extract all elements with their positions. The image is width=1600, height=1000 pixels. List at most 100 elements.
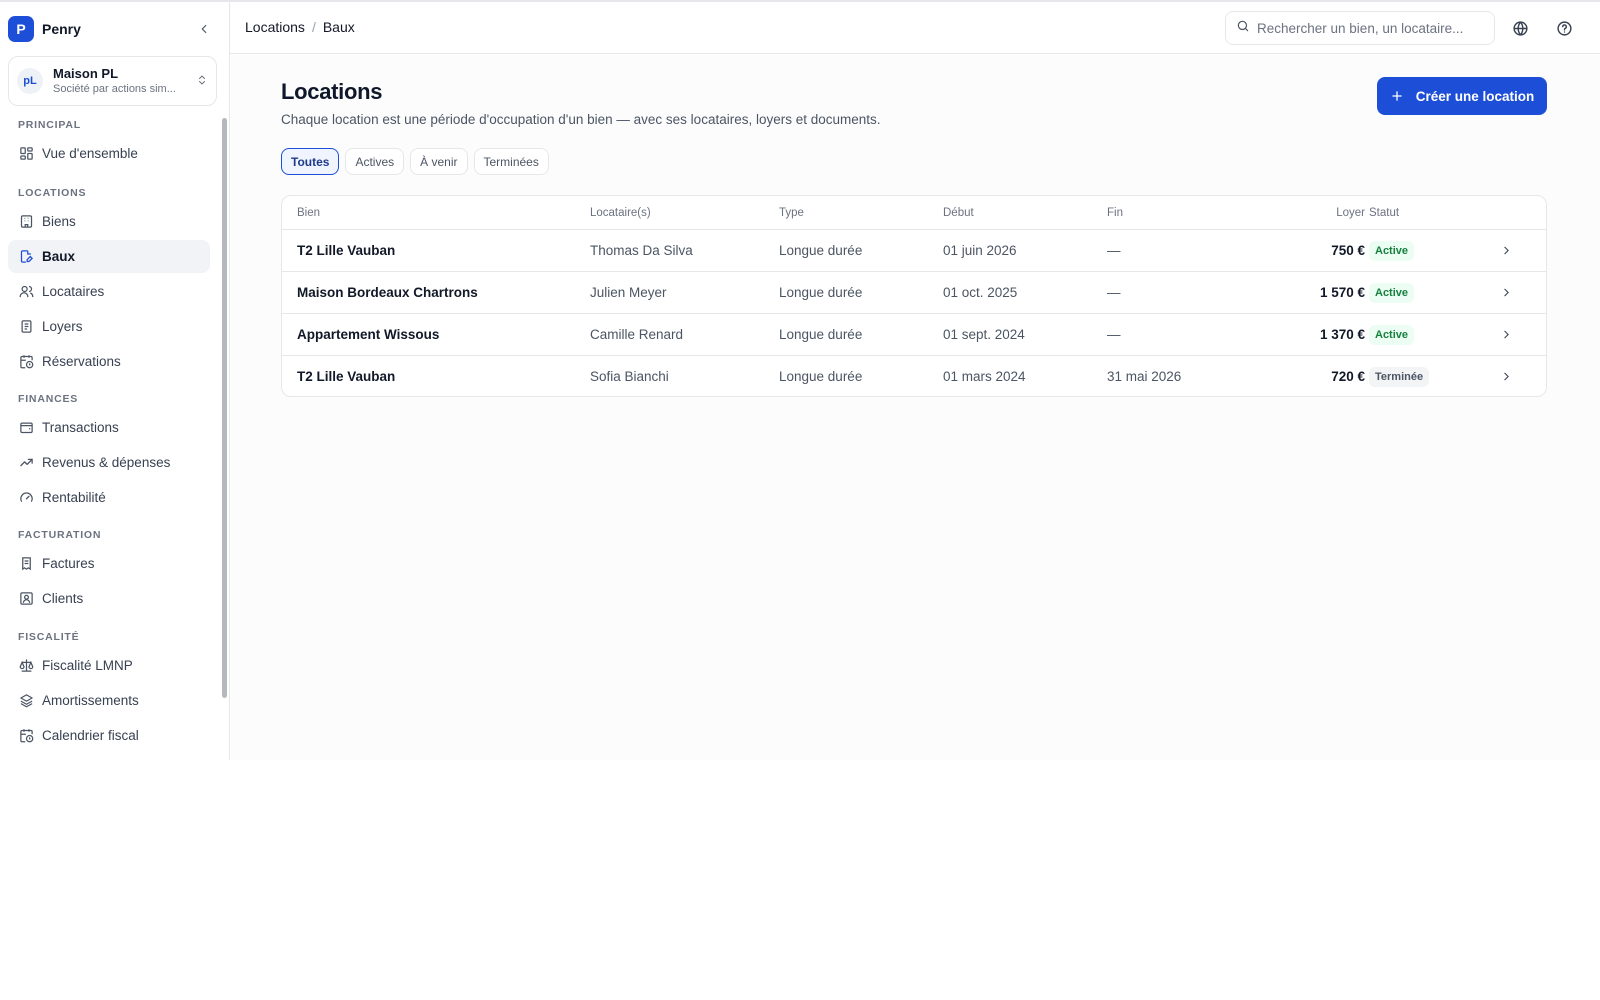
calendar-clock-icon: [18, 728, 34, 744]
column-header-loyer[interactable]: Loyer: [1336, 207, 1365, 219]
scale-icon: [18, 658, 34, 674]
trending-up-icon: [18, 455, 34, 471]
sidebar-item-revenus-depenses[interactable]: Revenus & dépenses: [8, 446, 210, 479]
org-subtitle: Société par actions sim...: [53, 82, 176, 95]
cell-loyer: 1 370 €: [1319, 327, 1365, 342]
sidebar-item-factures[interactable]: Factures: [8, 547, 210, 580]
column-header-debut[interactable]: Début: [943, 207, 974, 219]
cell-statut: Terminée: [1369, 367, 1430, 387]
table-row[interactable]: T2 Lille Vauban Sofia Bianchi Longue dur…: [282, 356, 1546, 396]
language-button[interactable]: [1511, 19, 1529, 37]
column-header-locataires[interactable]: Locataire(s): [590, 207, 651, 219]
search-icon: [1236, 19, 1250, 38]
column-header-statut[interactable]: Statut: [1369, 207, 1399, 219]
sidebar-item-locataires[interactable]: Locataires: [8, 275, 210, 308]
status-badge: Active: [1369, 283, 1415, 303]
table-row[interactable]: Maison Bordeaux Chartrons Julien Meyer L…: [282, 272, 1546, 314]
breadcrumb-locations[interactable]: Locations: [245, 19, 305, 35]
sidebar-item-label: Clients: [42, 591, 84, 606]
sidebar-item-label: Fiscalité LMNP: [42, 658, 133, 673]
collapse-sidebar-button[interactable]: [194, 19, 214, 39]
brand-name: Penry: [42, 21, 81, 37]
sidebar-item-label: Calendrier fiscal: [42, 728, 139, 743]
help-circle-icon: [1556, 20, 1572, 36]
app-window: P Penry pL Maison PL Société par actions…: [0, 0, 1600, 760]
section-title-facturation: FACTURATION: [18, 529, 102, 541]
chevron-right-icon: [1500, 328, 1513, 344]
sidebar-item-label: Revenus & dépenses: [42, 455, 171, 470]
sidebar-item-biens[interactable]: Biens: [8, 205, 210, 238]
cell-debut: 01 mars 2024: [943, 369, 1026, 384]
search-input[interactable]: [1257, 20, 1482, 36]
cell-fin: —: [1107, 285, 1121, 300]
status-badge: Active: [1369, 325, 1415, 345]
sidebar-scrollbar[interactable]: [222, 118, 227, 698]
cell-bien: Appartement Wissous: [297, 327, 440, 342]
create-location-button[interactable]: Créer une location: [1377, 77, 1547, 115]
sidebar-item-label: Biens: [42, 214, 76, 229]
sidebar-item-baux[interactable]: Baux: [8, 240, 210, 273]
sidebar-item-label: Réservations: [42, 354, 121, 369]
users-icon: [18, 284, 34, 300]
cell-locataires: Sofia Bianchi: [590, 369, 669, 384]
table-row[interactable]: Appartement Wissous Camille Renard Longu…: [282, 314, 1546, 356]
org-avatar: pL: [17, 68, 43, 94]
building-icon: [18, 214, 34, 230]
sidebar-item-label: Rentabilité: [42, 490, 106, 505]
cell-statut: Active: [1369, 241, 1415, 261]
cell-type: Longue durée: [779, 285, 863, 300]
status-badge: Terminée: [1369, 367, 1430, 387]
sidebar-item-calendrier-fiscal[interactable]: Calendrier fiscal: [8, 719, 210, 752]
status-filters: Toutes Actives À venir Terminées: [281, 148, 555, 175]
cell-statut: Active: [1369, 325, 1415, 345]
receipt-icon: [18, 319, 34, 335]
sidebar-item-label: Amortissements: [42, 693, 139, 708]
cell-fin: —: [1107, 327, 1121, 342]
cell-type: Longue durée: [779, 327, 863, 342]
sidebar-item-rentabilite[interactable]: Rentabilité: [8, 481, 210, 514]
sidebar-item-label: Loyers: [42, 319, 83, 334]
status-badge: Active: [1369, 241, 1415, 261]
cell-statut: Active: [1369, 283, 1415, 303]
organization-switcher[interactable]: pL Maison PL Société par actions sim...: [8, 56, 217, 106]
help-button[interactable]: [1555, 19, 1573, 37]
column-header-bien[interactable]: Bien: [297, 207, 320, 219]
cell-bien: T2 Lille Vauban: [297, 369, 396, 384]
cell-loyer: 1 570 €: [1319, 285, 1365, 300]
layers-icon: [18, 693, 34, 709]
sidebar-item-amortissements[interactable]: Amortissements: [8, 684, 210, 717]
sidebar-item-fiscalite-lmnp[interactable]: Fiscalité LMNP: [8, 649, 210, 682]
sidebar-item-clients[interactable]: Clients: [8, 582, 210, 615]
invoice-icon: [18, 556, 34, 572]
sidebar-item-vue-ensemble[interactable]: Vue d'ensemble: [8, 137, 210, 170]
sidebar-item-reservations[interactable]: Réservations: [8, 345, 210, 378]
column-header-fin[interactable]: Fin: [1107, 207, 1123, 219]
sidebar-item-loyers[interactable]: Loyers: [8, 310, 210, 343]
search-box[interactable]: [1225, 11, 1495, 45]
table-row[interactable]: T2 Lille Vauban Thomas Da Silva Longue d…: [282, 230, 1546, 272]
filter-toutes[interactable]: Toutes: [281, 148, 340, 175]
cell-debut: 01 sept. 2024: [943, 327, 1025, 342]
globe-icon: [1512, 20, 1528, 36]
section-title-principal: PRINCIPAL: [18, 119, 82, 131]
cell-loyer: 720 €: [1331, 369, 1365, 384]
cell-fin: 31 mai 2026: [1107, 369, 1182, 384]
section-title-locations: LOCATIONS: [18, 187, 87, 199]
brand: P Penry: [8, 15, 222, 43]
lease-document-icon: [18, 249, 34, 265]
sidebar-item-transactions[interactable]: Transactions: [8, 411, 210, 444]
sidebar-item-label: Baux: [42, 249, 76, 264]
column-header-type[interactable]: Type: [779, 207, 804, 219]
sidebar-nav: PRINCIPAL Vue d'ensemble LOCATIONS Biens…: [0, 112, 222, 762]
topbar: Locations / Baux: [230, 2, 1600, 54]
filter-actives[interactable]: Actives: [345, 148, 405, 175]
breadcrumb-separator: /: [311, 19, 316, 35]
table-header: Bien Locataire(s) Type Début Fin Loyer S…: [282, 196, 1546, 230]
create-location-label: Créer une location: [1415, 88, 1535, 104]
filter-terminees[interactable]: Terminées: [473, 148, 549, 175]
cell-locataires: Thomas Da Silva: [590, 243, 693, 258]
contact-icon: [18, 591, 34, 607]
dashboard-icon: [18, 146, 34, 162]
filter-a-venir[interactable]: À venir: [410, 148, 468, 175]
plus-icon: [1390, 89, 1404, 103]
